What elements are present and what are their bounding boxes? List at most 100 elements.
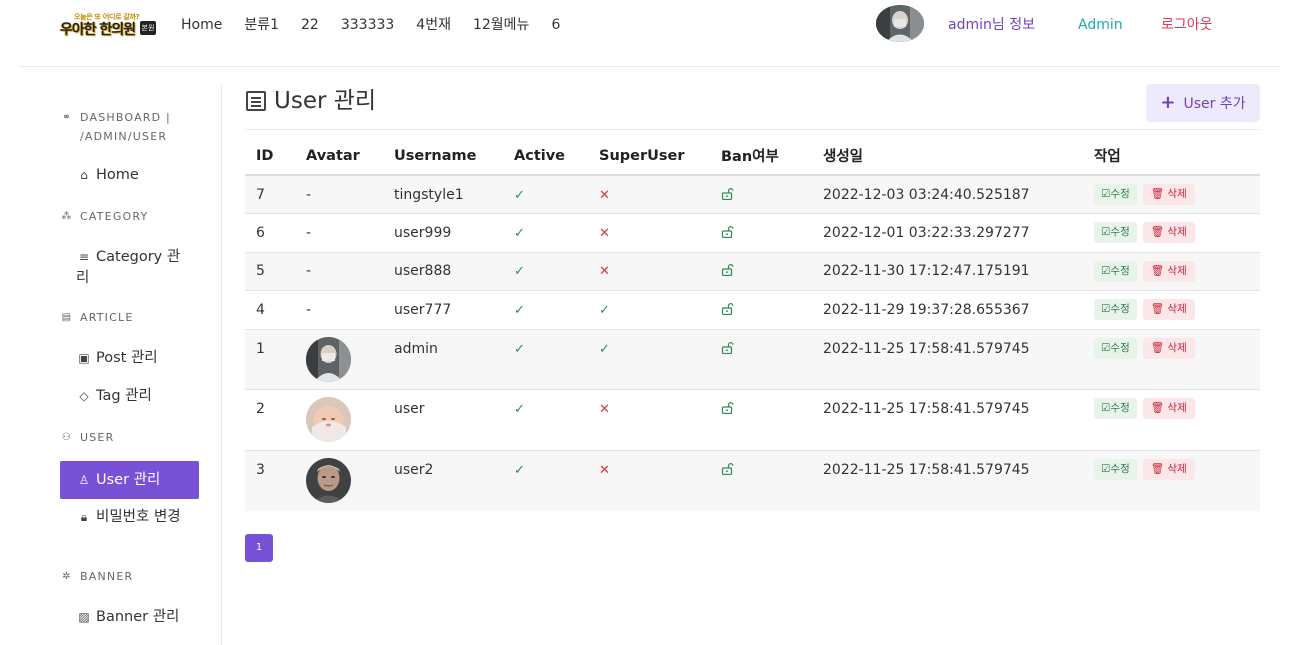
page-title: User 관리 [246,86,376,116]
check-icon: ✓ [514,341,525,357]
cell-id: 1 [245,329,295,390]
top-navbar: 오늘은 또 어디로 갈까? 우아한 한의원 본원 Home 분류1 22 333… [18,0,1280,67]
cell-created: 2022-11-25 17:58:41.579745 [812,450,1083,511]
cell-superuser: ✕ [588,252,710,291]
sidebar-item-tag[interactable]: ◇ Tag 관리 [60,386,199,407]
column-header-avatar[interactable]: Avatar [295,137,383,176]
user-table: ID Avatar Username Active SuperUser Ban여… [245,137,1260,511]
sidebar-item-password[interactable]: 🔒︎ 비밀번호 변경 [60,507,199,528]
table-row: 6- user999 ✓ ✕ 2022-12-01 03:22:33.297277 ☑수정… [245,213,1260,253]
edit-icon: ☑ [1101,264,1111,277]
add-user-button[interactable]: + User 추가 [1146,84,1260,122]
cell-actions: ☑수정 🗑︎ 삭제 [1083,290,1260,330]
edit-button[interactable]: ☑수정 [1094,260,1137,282]
menu-item-4th[interactable]: 4번재 [405,15,462,35]
menu-item-december[interactable]: 12월메뉴 [462,15,540,35]
menu-item-home[interactable]: Home [181,15,233,35]
sidebar-item-banner[interactable]: ▨ Banner 관리 [60,607,199,628]
avatar [306,457,351,503]
table-row: 3 user2 ✓ ✕ 2022-11-25 17:58:41.579745 ☑수정 🗑︎ … [245,450,1260,511]
sidebar-item-user[interactable]: ♙ User 관리 [60,461,199,499]
sidebar-item-post[interactable]: ▣ Post 관리 [60,348,199,369]
column-header-superuser[interactable]: SuperUser [588,137,710,176]
pagination-page-1[interactable]: 1 [245,534,273,562]
cell-id: 6 [245,213,295,253]
logout-link[interactable]: 로그아웃 [1161,15,1213,35]
cell-actions: ☑수정 🗑︎ 삭제 [1083,213,1260,253]
site-logo[interactable]: 오늘은 또 어디로 갈까? 우아한 한의원 본원 [60,12,156,38]
admin-link[interactable]: Admin [1078,15,1123,35]
delete-button[interactable]: 🗑︎ 삭제 [1142,458,1195,480]
edit-icon: ☑ [1101,226,1111,239]
trash-icon: 🗑︎ [1150,303,1168,316]
column-header-created[interactable]: 생성일 [812,137,1083,176]
clipboard-icon: ▣ [78,351,90,365]
table-row: 7- tingstyle1 ✓ ✕ 2022-12-03 03:24:40.525187… [245,175,1260,214]
sidebar-heading-article: ▤ ARTICLE [60,308,134,327]
menu-item-category1[interactable]: 분류1 [233,15,290,35]
sidebar-item-home[interactable]: ⌂ Home [60,165,199,186]
user-info-link[interactable]: admin님 정보 [948,15,1035,35]
cell-id: 5 [245,252,295,291]
edit-button[interactable]: ☑수정 [1094,398,1137,419]
menu-item-6[interactable]: 6 [540,15,571,35]
column-header-active[interactable]: Active [503,137,588,176]
cell-superuser: ✓ [588,329,710,390]
menu-item-22[interactable]: 22 [290,15,330,35]
sidebar-heading-dashboard: ⚭ DASHBOARD | /ADMIN/USER [60,108,210,146]
x-icon: ✕ [599,264,610,280]
cell-id: 7 [245,175,295,214]
user-avatar[interactable] [876,5,924,42]
avatar-cell: - [295,213,383,253]
unlock-icon [721,401,734,414]
menu-item-333333[interactable]: 333333 [330,15,405,35]
user-icon: ♙ [78,473,90,487]
delete-button[interactable]: 🗑︎ 삭제 [1142,398,1195,419]
banner-icon: ✲ [62,571,72,582]
column-header-username[interactable]: Username [383,137,503,176]
delete-button[interactable]: 🗑︎ 삭제 [1142,299,1195,321]
sidebar-item-category[interactable]: ≡ Category 관리 [60,247,199,289]
sidebar-heading-category: ⁂ CATEGORY [60,207,148,226]
edit-button[interactable]: ☑수정 [1094,184,1137,205]
cell-active: ✓ [503,450,588,511]
delete-button[interactable]: 🗑︎ 삭제 [1142,260,1195,282]
edit-icon: ☑ [1101,303,1111,316]
trash-icon: 🗑︎ [1150,264,1168,277]
cell-superuser: ✕ [588,450,710,511]
delete-button[interactable]: 🗑︎ 삭제 [1142,222,1195,244]
edit-button[interactable]: ☑수정 [1094,299,1137,321]
cell-username: tingstyle1 [383,175,503,214]
trash-icon: 🗑︎ [1150,188,1168,200]
unlock-icon [721,302,734,315]
plus-icon: + [1160,92,1176,113]
trash-icon: 🗑︎ [1150,402,1168,414]
column-header-id[interactable]: ID [245,137,295,176]
x-icon: ✕ [599,462,610,478]
edit-button[interactable]: ☑수정 [1094,337,1137,359]
cell-created: 2022-12-03 03:24:40.525187 [812,175,1083,214]
sidebar-heading-user: ⚇ USER [60,428,114,447]
edit-button[interactable]: ☑수정 [1094,458,1137,480]
table-row: 4- user777 ✓ ✓ 2022-11-29 19:37:28.655367 ☑수정… [245,290,1260,330]
unlock-icon [721,341,734,354]
dashboard-icon: ⚭ [62,112,72,123]
cell-active: ✓ [503,389,588,451]
home-icon: ⌂ [80,168,88,182]
cell-ban [710,389,812,451]
cell-ban [710,175,812,214]
edit-button[interactable]: ☑수정 [1094,222,1137,244]
cell-actions: ☑수정 🗑︎ 삭제 [1083,175,1260,214]
cell-active: ✓ [503,213,588,253]
delete-button[interactable]: 🗑︎ 삭제 [1142,184,1195,205]
unlock-icon [721,225,734,238]
column-header-ban[interactable]: Ban여부 [710,137,812,176]
cell-superuser: ✕ [588,213,710,253]
cell-id: 2 [245,389,295,451]
article-icon: ▤ [61,312,73,323]
check-icon: ✓ [514,225,525,241]
x-icon: ✕ [599,225,610,241]
delete-button[interactable]: 🗑︎ 삭제 [1142,337,1195,359]
cell-created: 2022-11-25 17:58:41.579745 [812,329,1083,390]
cell-id: 4 [245,290,295,330]
